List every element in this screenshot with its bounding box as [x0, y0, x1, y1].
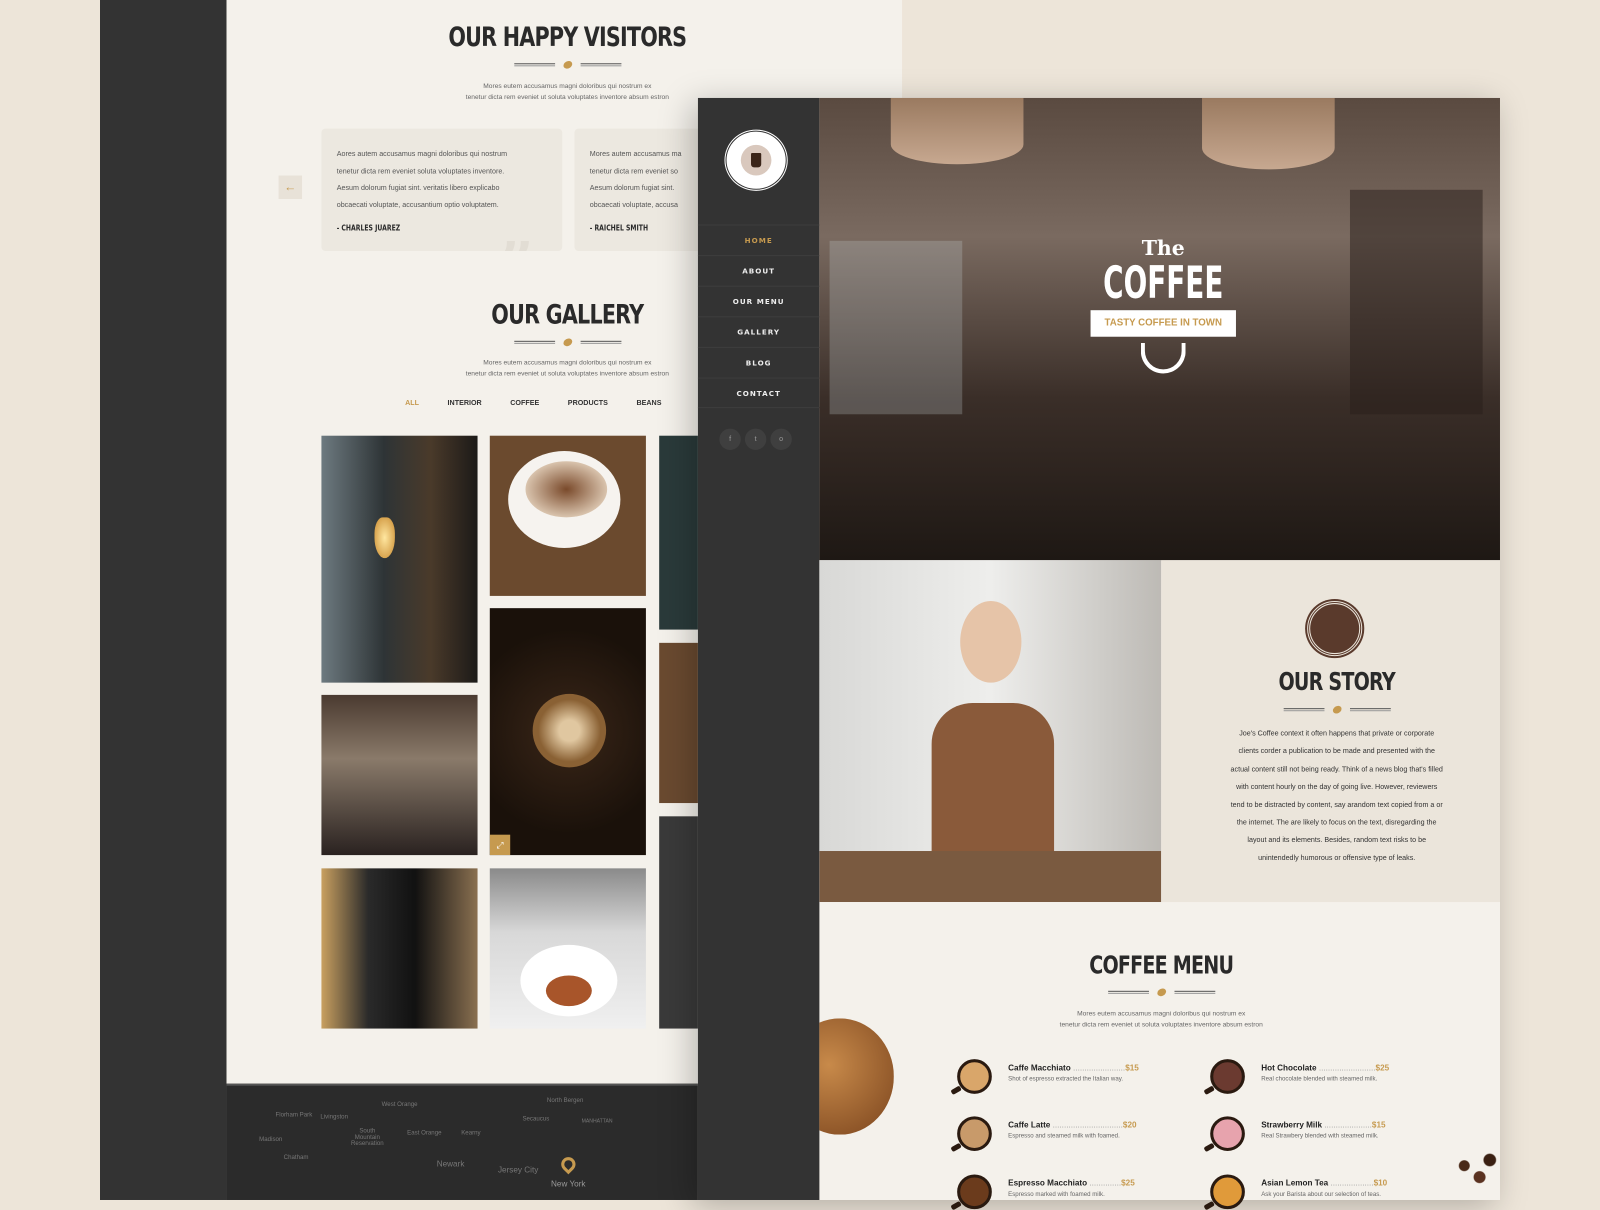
menu-item-description: Real Strawbery blended with steamed milk… — [1261, 1133, 1379, 1140]
hero-badge: The COFFEE TASTY COFFEE IN TOWN — [1061, 237, 1265, 421]
menu-item-name: Caffe Latte — [1008, 1120, 1051, 1130]
gallery-title: OUR GALLERY — [491, 299, 644, 331]
menu-item-leader: ................... — [1328, 1178, 1374, 1188]
hero-cup-icon — [1140, 342, 1186, 374]
menu-item-leader: ......................... — [1316, 1063, 1376, 1073]
nav-about[interactable]: ABOUT — [697, 255, 820, 286]
twitter-icon[interactable]: t — [744, 428, 767, 450]
menu-subtitle: Mores eutem accusamus magni doloribus qu… — [1059, 1010, 1263, 1029]
menu-divider — [1059, 986, 1263, 998]
site-logo[interactable] — [723, 128, 789, 192]
coffee-cup-icon — [957, 1174, 992, 1210]
gallery-photo-espresso[interactable] — [489, 868, 646, 1029]
testimonial-card: Aores autem accusamus magni doloribus qu… — [321, 128, 563, 252]
nav-our-menu[interactable]: OUR MENU — [697, 285, 820, 317]
visitors-subtitle: Mores eutem accusamus magni doloribus qu… — [465, 82, 669, 102]
coffee-cup-icon — [751, 153, 762, 168]
menu-item-price: $15 — [1371, 1120, 1386, 1130]
location-map[interactable]: West Orange North Bergen Florham Park Li… — [226, 1083, 698, 1200]
hero-coffee: COFFEE — [1103, 257, 1224, 310]
testimonial-prev-button[interactable]: ← — [278, 175, 303, 199]
menu-item-description: Ask your Barista about our selection of … — [1261, 1191, 1382, 1198]
coffee-cup-icon — [1210, 1174, 1245, 1210]
nav-contact[interactable]: CONTACT — [697, 377, 820, 409]
nav-gallery[interactable]: GALLERY — [697, 316, 820, 347]
story-title: OUR STORY — [1278, 667, 1395, 696]
filter-products[interactable]: PRODUCTS — [568, 400, 608, 407]
menu-item-name: Hot Chocolate — [1261, 1063, 1317, 1073]
menu-item-price: $15 — [1125, 1063, 1139, 1073]
gallery-photo-partial[interactable] — [659, 816, 698, 1029]
hero-the: The — [1141, 235, 1185, 261]
nav-blog[interactable]: BLOG — [697, 346, 820, 378]
coffee-cup-icon — [957, 1059, 992, 1094]
menu-item-description: Real chocolate blended with steamed milk… — [1261, 1076, 1378, 1083]
story-text: Joe's Coffee context it often happens th… — [1230, 730, 1443, 863]
menu-item-description: Shot of espresso extracted the Italian w… — [1008, 1076, 1124, 1083]
facebook-icon[interactable]: f — [719, 428, 741, 450]
coffee-beans-image — [1448, 1142, 1500, 1200]
menu-item-description: Espresso and steamed milk with foamed. — [1008, 1133, 1120, 1140]
menu-item-leader: .............. — [1087, 1178, 1122, 1188]
nav-home[interactable]: HOME — [697, 224, 820, 255]
hero-banner: TASTY COFFEE IN TOWN — [1090, 310, 1236, 337]
gallery-photo-partial[interactable] — [659, 435, 698, 630]
menu-item-name: Asian Lemon Tea — [1261, 1178, 1329, 1188]
coffee-cup-icon — [1210, 1059, 1245, 1094]
visitors-title: OUR HAPPY VISITORS — [448, 22, 687, 54]
story-logo-icon — [1307, 601, 1363, 657]
coffee-cup-icon — [1210, 1116, 1245, 1152]
menu-item-leader: ..................... — [1322, 1120, 1372, 1130]
arrow-left-icon: ← — [284, 179, 297, 194]
menu-item-name: Espresso Macchiato — [1008, 1178, 1088, 1188]
filter-coffee[interactable]: COFFEE — [510, 400, 539, 407]
instagram-icon[interactable]: o — [770, 428, 792, 450]
menu-item-description: Espresso marked with foamed milk. — [1008, 1191, 1105, 1198]
gallery-filters: ALL INTERIOR COFFEE PRODUCTS BEANS — [405, 400, 690, 407]
map-pin-icon[interactable] — [558, 1154, 579, 1175]
filter-interior[interactable]: INTERIOR — [448, 400, 482, 407]
gallery-photo-partial[interactable] — [659, 642, 698, 804]
filter-beans[interactable]: BEANS — [636, 400, 661, 407]
menu-item-price: $10 — [1373, 1178, 1388, 1188]
story-photo — [819, 560, 1162, 903]
menu-title: COFFEE MENU — [1089, 951, 1234, 980]
gallery-photo-lamps[interactable] — [321, 435, 478, 683]
back-sidebar — [99, 0, 227, 1200]
menu-item-name: Caffe Macchiato — [1008, 1063, 1071, 1073]
menu-item-price: $25 — [1121, 1178, 1135, 1188]
gallery-divider — [465, 336, 669, 348]
filter-all[interactable]: ALL — [405, 400, 419, 407]
menu-item-price: $25 — [1375, 1063, 1390, 1073]
menu-item-leader: ....................... — [1070, 1063, 1126, 1073]
gallery-photo-beans-latte[interactable]: ⤢ — [489, 608, 646, 856]
coffee-cup-icon — [957, 1116, 992, 1152]
visitors-divider — [465, 59, 669, 71]
menu-item-name: Strawberry Milk — [1261, 1120, 1323, 1130]
story-divider — [1235, 704, 1439, 716]
menu-item-price: $20 — [1122, 1120, 1137, 1130]
expand-icon[interactable]: ⤢ — [489, 834, 511, 856]
gallery-subtitle: Mores eutem accusamus magni doloribus qu… — [465, 359, 669, 378]
menu-item-leader: ............................... — [1050, 1120, 1123, 1130]
gallery-photo-cappuccino[interactable] — [489, 435, 646, 596]
gallery-photo-grinder[interactable] — [321, 868, 478, 1029]
gallery-photo-interior[interactable] — [321, 694, 478, 856]
